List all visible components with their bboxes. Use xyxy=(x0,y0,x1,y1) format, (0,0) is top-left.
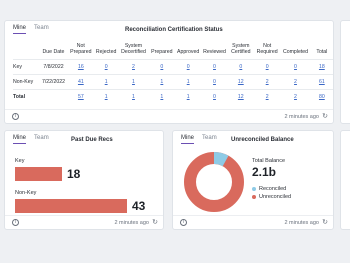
certification-tabs: Mine Team xyxy=(13,25,49,34)
due-date: 7/22/2022 xyxy=(39,74,68,90)
row-label: Total xyxy=(13,89,40,105)
total-balance-label: Total Balance xyxy=(252,158,286,164)
last-updated: 2 minutes ago xyxy=(284,114,319,120)
last-updated: 2 minutes ago xyxy=(114,220,149,226)
donut-chart[interactable] xyxy=(183,151,245,213)
bar-label-nonkey: Non-Key xyxy=(15,190,37,196)
count-link[interactable]: 0 xyxy=(266,64,269,70)
col-header xyxy=(13,43,39,60)
count-link[interactable]: 1 xyxy=(105,79,108,85)
refresh-icon[interactable]: ↻ xyxy=(152,219,158,226)
unreconciled-tabs: Mine Team xyxy=(181,135,217,144)
total-balance-value: 2.1b xyxy=(252,165,277,179)
count-link[interactable]: 1 xyxy=(187,94,190,100)
tab-team[interactable]: Team xyxy=(34,135,49,144)
legend-label: Unreconciled xyxy=(259,194,292,200)
legend-dot-icon xyxy=(252,187,256,191)
due-date: 7/8/2022 xyxy=(39,59,68,75)
tab-mine[interactable]: Mine xyxy=(181,135,195,144)
count-link[interactable]: 61 xyxy=(319,79,325,85)
past-due-title: Past Due Recs xyxy=(71,137,113,143)
table-row: Key 7/8/2022 16 0 2 0 0 0 0 0 0 18 xyxy=(13,59,333,75)
past-due-card: Mine Team Past Due Recs Key 18 Non-Key 4… xyxy=(4,130,164,230)
tab-mine[interactable]: Mine xyxy=(13,135,27,144)
count-link[interactable]: 1 xyxy=(105,94,108,100)
col-header: System Certified xyxy=(231,43,251,55)
count-link[interactable]: 0 xyxy=(213,94,216,100)
bar-value-nonkey: 43 xyxy=(132,199,146,213)
past-due-tabs: Mine Team xyxy=(13,135,49,144)
card-footer: i 2 minutes ago ↻ xyxy=(5,215,163,229)
count-link[interactable]: 41 xyxy=(78,79,84,85)
bar-value-key: 18 xyxy=(67,167,81,181)
count-link[interactable]: 0 xyxy=(187,64,190,70)
clipped-card xyxy=(340,20,350,124)
info-icon[interactable]: i xyxy=(12,113,19,120)
col-header: Total xyxy=(316,49,328,55)
col-header: Completed xyxy=(282,49,309,55)
count-link[interactable]: 1 xyxy=(160,94,163,100)
count-link[interactable]: 80 xyxy=(319,94,325,100)
tab-team[interactable]: Team xyxy=(34,25,49,34)
col-header: Rejected xyxy=(95,49,117,55)
count-link[interactable]: 18 xyxy=(319,64,325,70)
col-header: System Decertified xyxy=(121,43,146,55)
table-row: Non-Key 7/22/2022 41 1 1 1 1 0 12 2 2 61 xyxy=(13,74,333,90)
certification-status-card: Mine Team Reconciliation Certification S… xyxy=(4,20,334,124)
count-link[interactable]: 1 xyxy=(132,79,135,85)
table-row-total: Total 57 1 1 1 1 0 12 2 2 80 xyxy=(13,89,333,105)
count-link[interactable]: 0 xyxy=(160,64,163,70)
col-header: Prepared xyxy=(151,49,173,55)
certification-table: Due Date Not Prepared Rejected System De… xyxy=(13,43,333,105)
refresh-icon[interactable]: ↻ xyxy=(322,219,328,226)
due-date xyxy=(39,89,68,105)
info-icon[interactable]: i xyxy=(12,219,19,226)
count-link[interactable]: 2 xyxy=(294,94,297,100)
info-icon[interactable]: i xyxy=(180,219,187,226)
row-label: Key xyxy=(13,59,40,75)
tab-mine[interactable]: Mine xyxy=(13,25,27,34)
legend-unreconciled: Unreconciled xyxy=(252,194,291,200)
donut-slice-unreconciled[interactable] xyxy=(184,152,244,212)
clipped-card xyxy=(340,130,350,230)
legend-label: Reconciled xyxy=(259,186,287,192)
certification-title: Reconciliation Certification Status xyxy=(125,27,223,33)
bar-nonkey[interactable] xyxy=(15,199,127,213)
count-link[interactable]: 0 xyxy=(105,64,108,70)
card-footer: i 2 minutes ago ↻ xyxy=(173,215,333,229)
count-link[interactable]: 12 xyxy=(238,79,244,85)
unreconciled-title: Unreconciled Balance xyxy=(231,137,294,143)
tab-team[interactable]: Team xyxy=(202,135,217,144)
refresh-icon[interactable]: ↻ xyxy=(322,113,328,120)
col-header: Reviewed xyxy=(203,49,226,55)
count-link[interactable]: 12 xyxy=(238,94,244,100)
count-link[interactable]: 1 xyxy=(187,79,190,85)
count-link[interactable]: 2 xyxy=(266,94,269,100)
count-link[interactable]: 0 xyxy=(213,64,216,70)
col-header: Not Prepared xyxy=(70,43,92,55)
legend-reconciled: Reconciled xyxy=(252,186,286,192)
card-footer: i 2 minutes ago ↻ xyxy=(5,109,333,123)
count-link[interactable]: 57 xyxy=(78,94,84,100)
count-link[interactable]: 0 xyxy=(294,64,297,70)
legend-dot-icon xyxy=(252,195,256,199)
col-header: Not Required xyxy=(256,43,278,55)
bar-label-key: Key xyxy=(15,158,25,164)
bar-key[interactable] xyxy=(15,167,62,181)
col-header: Approved xyxy=(177,49,200,55)
count-link[interactable]: 2 xyxy=(294,79,297,85)
count-link[interactable]: 0 xyxy=(239,64,242,70)
count-link[interactable]: 2 xyxy=(266,79,269,85)
count-link[interactable]: 2 xyxy=(132,64,135,70)
row-label: Non-Key xyxy=(13,74,40,90)
count-link[interactable]: 1 xyxy=(132,94,135,100)
col-header: Due Date xyxy=(42,49,65,55)
unreconciled-card: Mine Team Unreconciled Balance Total Bal… xyxy=(172,130,334,230)
count-link[interactable]: 1 xyxy=(160,79,163,85)
count-link[interactable]: 0 xyxy=(213,79,216,85)
last-updated: 2 minutes ago xyxy=(284,220,319,226)
count-link[interactable]: 16 xyxy=(78,64,84,70)
